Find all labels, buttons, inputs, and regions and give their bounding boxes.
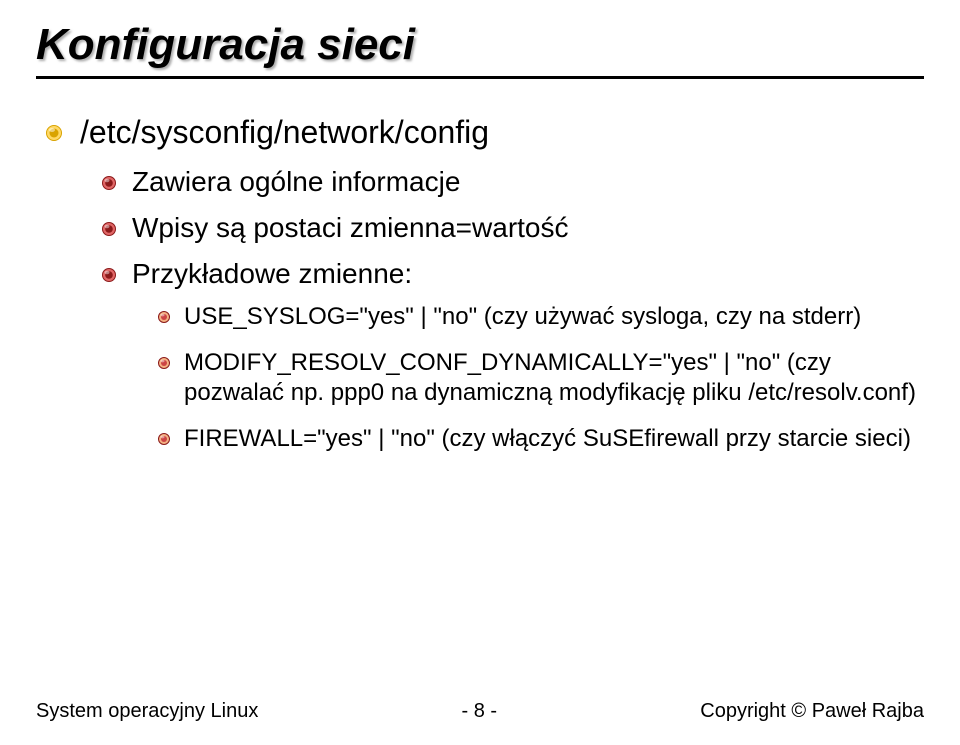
item-text: Wpisy są postaci zmienna=wartość <box>132 211 569 245</box>
list-item: Wpisy są postaci zmienna=wartość <box>102 211 924 245</box>
title-underline <box>36 76 924 79</box>
bullet-icon <box>158 357 170 369</box>
slide: Konfiguracja sieci /etc/sysconfig/networ… <box>0 0 960 745</box>
example-text: USE_SYSLOG="yes" | "no" (czy używać sysl… <box>184 302 861 332</box>
footer-copyright: Copyright © Paweł Rajba <box>700 700 924 723</box>
bullet-icon <box>46 125 62 141</box>
bullet-icon <box>158 433 170 445</box>
example-text: MODIFY_RESOLV_CONF_DYNAMICALLY="yes" | "… <box>184 348 924 408</box>
footer-page-number: - 8 - <box>462 700 498 723</box>
example-text: FIREWALL="yes" | "no" (czy włączyć SuSEf… <box>184 424 911 454</box>
footer-left: System operacyjny Linux <box>36 700 258 723</box>
content-area: /etc/sysconfig/network/config Zawiera og… <box>36 113 924 454</box>
footer: System operacyjny Linux - 8 - Copyright … <box>0 700 960 723</box>
slide-title: Konfiguracja sieci <box>36 20 924 70</box>
bullet-icon <box>102 222 116 236</box>
bullet-icon <box>102 268 116 282</box>
list-item: Przykładowe zmienne: <box>102 257 924 291</box>
bullet-icon <box>158 311 170 323</box>
list-item: Zawiera ogólne informacje <box>102 165 924 199</box>
level2-list: Zawiera ogólne informacje Wpisy są posta… <box>46 165 924 454</box>
item-text: Przykładowe zmienne: <box>132 257 412 291</box>
section-heading-row: /etc/sysconfig/network/config <box>46 113 924 151</box>
bullet-icon <box>102 176 116 190</box>
section-heading: /etc/sysconfig/network/config <box>80 113 489 151</box>
list-item: USE_SYSLOG="yes" | "no" (czy używać sysl… <box>158 302 924 332</box>
list-item: FIREWALL="yes" | "no" (czy włączyć SuSEf… <box>158 424 924 454</box>
level3-list: USE_SYSLOG="yes" | "no" (czy używać sysl… <box>102 302 924 454</box>
item-text: Zawiera ogólne informacje <box>132 165 460 199</box>
list-item: MODIFY_RESOLV_CONF_DYNAMICALLY="yes" | "… <box>158 348 924 408</box>
